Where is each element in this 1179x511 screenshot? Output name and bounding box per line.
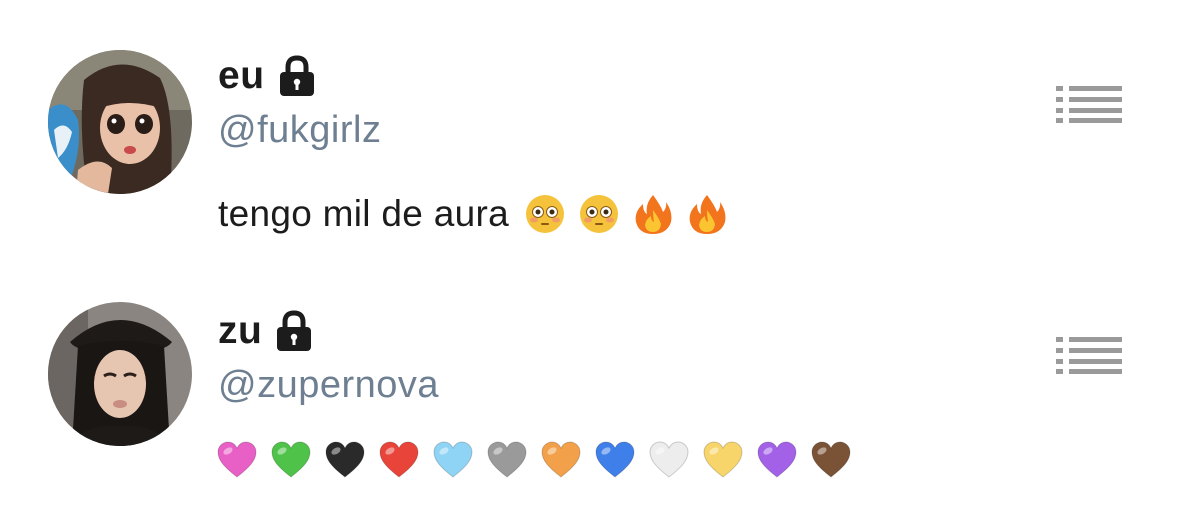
blue-heart-icon	[595, 441, 635, 478]
flushed-face-icon	[523, 192, 567, 236]
brown-heart-icon	[811, 441, 851, 478]
author-row: eu	[218, 54, 317, 98]
list-menu-icon[interactable]	[1056, 84, 1122, 124]
grey-heart-icon	[487, 441, 527, 478]
avatar-image-eu	[48, 50, 192, 194]
avatar[interactable]	[48, 50, 192, 194]
purple-heart-icon	[757, 441, 797, 478]
display-name[interactable]: zu	[218, 309, 262, 353]
fire-icon	[631, 192, 675, 236]
red-heart-icon	[379, 441, 419, 478]
list-menu-icon[interactable]	[1056, 335, 1122, 375]
post-text: tengo mil de aura	[218, 192, 729, 236]
light-blue-heart-icon	[433, 441, 473, 478]
lock-icon	[277, 310, 312, 351]
white-heart-icon	[649, 441, 689, 478]
green-heart-icon	[271, 441, 311, 478]
handle[interactable]: @fukgirlz	[218, 108, 381, 152]
pink-heart-icon	[217, 441, 257, 478]
fire-icon	[685, 192, 729, 236]
hearts-row	[216, 439, 852, 481]
yellow-heart-icon	[703, 441, 743, 478]
lock-icon	[279, 55, 314, 96]
post-text-body: tengo mil de aura	[218, 193, 510, 234]
post-item: eu @fukgirlz tengo mil de aura	[0, 0, 1179, 255]
handle[interactable]: @zupernova	[218, 363, 439, 407]
avatar[interactable]	[48, 302, 192, 446]
display-name[interactable]: eu	[218, 54, 265, 98]
flushed-face-icon	[577, 192, 621, 236]
avatar-image-zu	[48, 302, 192, 446]
author-row: zu	[218, 309, 314, 353]
black-heart-icon	[325, 441, 365, 478]
orange-heart-icon	[541, 441, 581, 478]
post-item: zu @zupernova	[0, 255, 1179, 511]
